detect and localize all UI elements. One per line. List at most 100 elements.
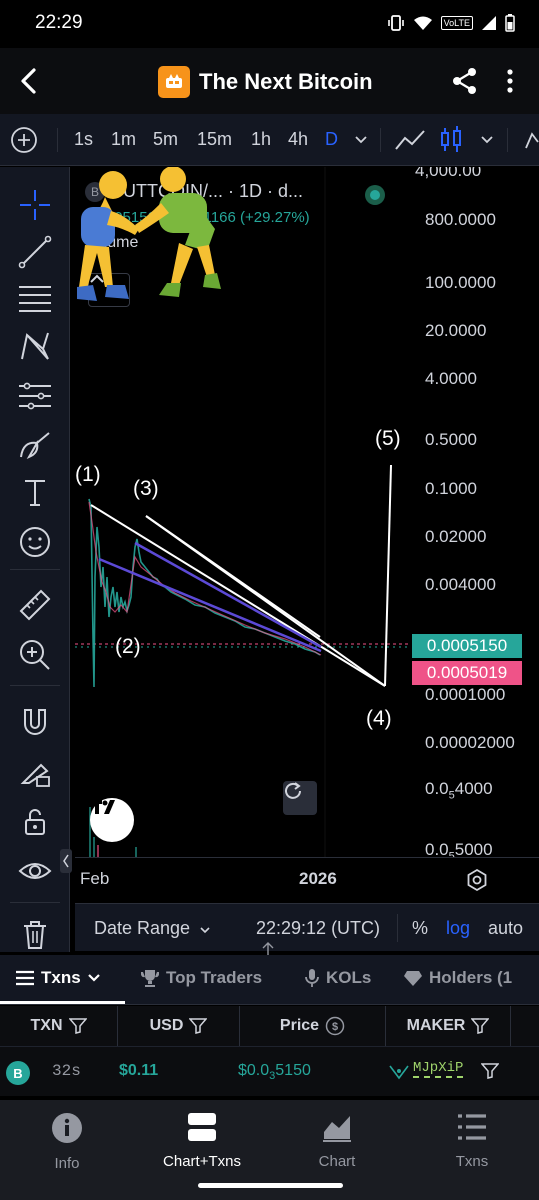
auto-toggle[interactable]: auto bbox=[488, 918, 523, 939]
page-title: The Next Bitcoin bbox=[199, 69, 373, 94]
timeframe-1s[interactable]: 1s bbox=[74, 129, 93, 150]
log-toggle[interactable]: log bbox=[446, 918, 470, 939]
timeframe-1m[interactable]: 1m bbox=[111, 129, 136, 150]
brush-icon[interactable] bbox=[17, 427, 53, 463]
vibrate-icon bbox=[387, 15, 404, 31]
txn-price: $0.035150 bbox=[238, 1062, 311, 1083]
token-title: The Next Bitcoin bbox=[158, 66, 373, 98]
tab-kols[interactable]: KOLs bbox=[304, 968, 371, 988]
home-indicator[interactable] bbox=[198, 1183, 343, 1188]
nav-txns[interactable]: Txns bbox=[412, 1112, 532, 1170]
column-header-maker[interactable]: MAKER bbox=[386, 1006, 511, 1046]
wifi-icon bbox=[413, 16, 432, 30]
line-chart-icon[interactable] bbox=[394, 127, 426, 153]
unlock-icon[interactable] bbox=[17, 804, 53, 840]
add-indicator-icon[interactable] bbox=[10, 126, 38, 154]
volte-icon: VoLTE bbox=[440, 16, 473, 30]
svg-text:$: $ bbox=[332, 1021, 338, 1033]
fib-retracement-icon[interactable] bbox=[17, 281, 53, 317]
filter-icon[interactable] bbox=[471, 1018, 490, 1034]
timeframe-4h[interactable]: 4h bbox=[288, 129, 308, 150]
price-scale-label: 800.0000 bbox=[425, 210, 496, 229]
trash-icon[interactable] bbox=[17, 917, 53, 953]
chart-txns-icon bbox=[188, 1113, 216, 1141]
column-header-usd[interactable]: USD bbox=[118, 1006, 240, 1046]
nav-chart-txns[interactable]: Chart+Txns bbox=[142, 1112, 262, 1170]
time-axis[interactable]: Feb 2026 bbox=[75, 857, 539, 900]
wave-5-line bbox=[384, 464, 392, 687]
settings-icon[interactable] bbox=[465, 868, 489, 892]
maker-address[interactable]: MJpXiP bbox=[413, 1060, 464, 1078]
wave-label-4: (4) bbox=[366, 707, 392, 730]
wave-label-1: (1) bbox=[75, 463, 101, 486]
txns-list-icon bbox=[458, 1114, 486, 1140]
tradingview-logo[interactable] bbox=[90, 798, 134, 842]
tab-top-traders[interactable]: Top Traders bbox=[140, 968, 262, 988]
collapse-toolbar-icon[interactable] bbox=[60, 849, 72, 873]
list-icon bbox=[16, 970, 34, 986]
microphone-icon bbox=[305, 969, 319, 987]
time-label: 2026 bbox=[299, 869, 337, 888]
indicators-icon[interactable] bbox=[524, 130, 539, 150]
trophy-icon bbox=[140, 970, 160, 987]
percent-toggle[interactable]: % bbox=[412, 918, 428, 939]
txn-usd: $0.11 bbox=[119, 1062, 159, 1079]
reset-chart-button[interactable] bbox=[283, 781, 317, 815]
pattern-icon[interactable] bbox=[17, 329, 53, 365]
more-options-icon[interactable] bbox=[500, 66, 520, 96]
price-scale-label: 0.1000 bbox=[425, 479, 477, 498]
back-icon[interactable] bbox=[14, 66, 44, 96]
column-header-txn[interactable]: TXN bbox=[0, 1006, 118, 1046]
nav-info[interactable]: Info bbox=[7, 1112, 127, 1172]
magnet-icon[interactable] bbox=[17, 704, 53, 740]
refresh-icon bbox=[285, 782, 301, 799]
toolbar-divider bbox=[10, 685, 60, 686]
visibility-icon[interactable] bbox=[17, 853, 53, 889]
share-icon[interactable] bbox=[451, 66, 479, 96]
text-icon[interactable] bbox=[17, 475, 53, 511]
ruler-icon[interactable] bbox=[17, 587, 53, 623]
currency-toggle-icon[interactable]: $ bbox=[325, 1016, 345, 1036]
tab-txns[interactable]: Txns bbox=[15, 968, 101, 988]
filter-icon[interactable] bbox=[189, 1018, 208, 1034]
utc-clock[interactable]: 22:29:12 (UTC) bbox=[256, 918, 380, 939]
nav-chart[interactable]: Chart bbox=[277, 1112, 397, 1170]
timeframe-chevron-icon[interactable] bbox=[354, 134, 368, 146]
tab-top-traders-label: Top Traders bbox=[166, 968, 263, 987]
trend-line-icon[interactable] bbox=[17, 234, 53, 270]
status-bar: 22:29 VoLTE bbox=[0, 0, 539, 48]
trendline-3-to-4 bbox=[145, 515, 386, 687]
market-status-indicator bbox=[365, 185, 385, 205]
timeframe-15m[interactable]: 15m bbox=[197, 129, 232, 150]
tab-holders[interactable]: Holders (1 bbox=[403, 968, 512, 988]
token-logo-icon bbox=[166, 74, 182, 88]
date-range-button[interactable]: Date Range bbox=[94, 918, 190, 939]
range-bar: Date Range 22:29:12 (UTC) % log auto bbox=[75, 903, 539, 951]
filter-maker-icon[interactable] bbox=[481, 1063, 499, 1079]
column-header-price[interactable]: Price $ bbox=[240, 1006, 386, 1046]
timeframe-1h[interactable]: 1h bbox=[251, 129, 271, 150]
price-scale-label: 0.004000 bbox=[425, 575, 496, 594]
emoji-icon[interactable] bbox=[17, 524, 53, 560]
prediction-icon[interactable] bbox=[17, 378, 53, 414]
chart-type-chevron-icon[interactable] bbox=[480, 134, 494, 146]
toolbar-divider bbox=[10, 902, 60, 903]
zoom-in-icon[interactable] bbox=[17, 637, 53, 673]
wave-label-5: (5) bbox=[375, 427, 401, 450]
filter-icon[interactable] bbox=[68, 1018, 87, 1034]
price-scale-label: 0.02000 bbox=[425, 527, 487, 546]
lock-drawing-icon[interactable] bbox=[17, 753, 53, 789]
range-divider bbox=[397, 914, 398, 942]
timeframe-d[interactable]: D bbox=[325, 129, 338, 150]
toolbar-divider bbox=[380, 128, 381, 152]
battery-icon bbox=[505, 14, 515, 32]
crosshair-icon[interactable] bbox=[17, 187, 53, 223]
candles-icon[interactable] bbox=[438, 125, 464, 155]
price-chart[interactable]: B BUTTCOIN/... · 1D · d... 0.0005150 0.0… bbox=[75, 167, 539, 857]
table-row[interactable]: B 32s $0.11 $0.035150 MJpXiP bbox=[0, 1046, 539, 1096]
wedge-lower-line bbox=[134, 541, 322, 649]
timeframe-5m[interactable]: 5m bbox=[153, 129, 178, 150]
tab-active-indicator bbox=[0, 1001, 125, 1004]
signal-icon bbox=[482, 16, 496, 30]
date-range-chevron-icon[interactable] bbox=[199, 925, 211, 935]
